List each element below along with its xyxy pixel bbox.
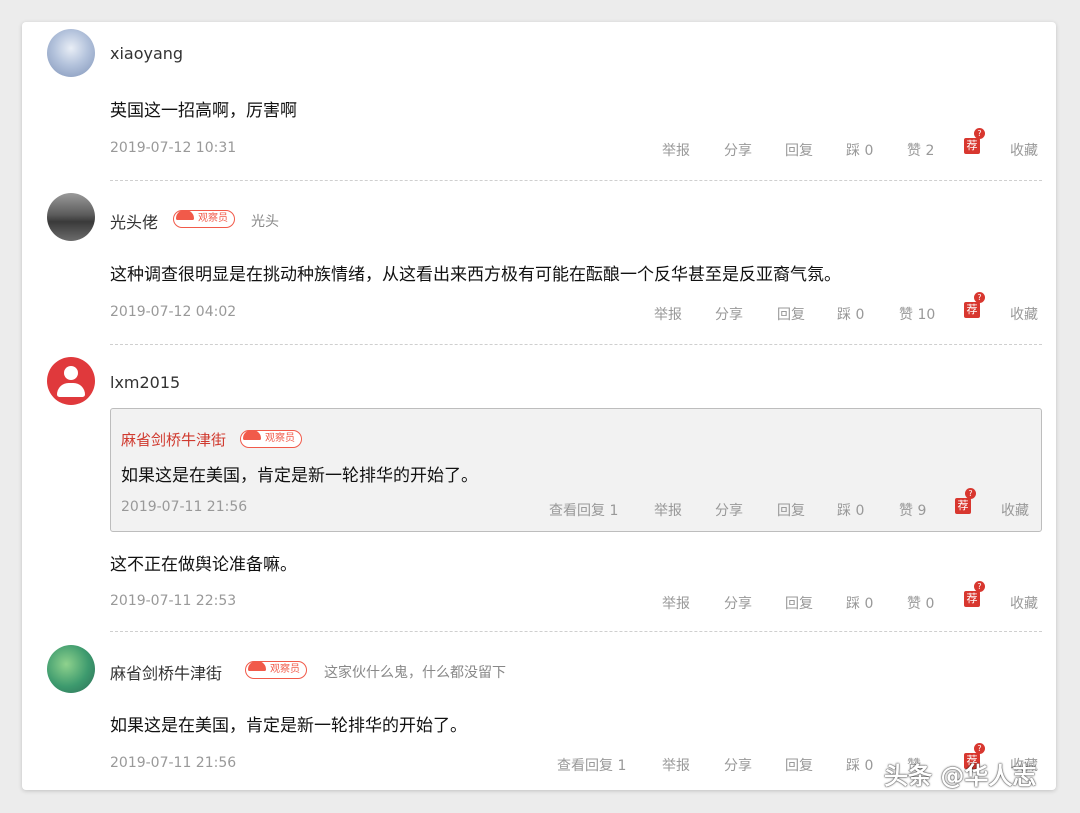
like-button[interactable]: 赞 9 [899, 500, 926, 520]
comment-time: 2019-07-12 10:31 [110, 140, 237, 156]
username[interactable]: 光头佬 [110, 209, 158, 233]
comment-item: 光头佬 观察员 光头 这种调查很明显是在挑动种族情绪，从这看出来西方极有可能在酝… [22, 182, 1056, 346]
observer-badge: 观察员 [245, 661, 307, 679]
reply-button[interactable]: 回复 [785, 755, 813, 775]
report-button[interactable]: 举报 [662, 755, 690, 775]
favorite-button[interactable]: 收藏 [1010, 593, 1038, 613]
divider [110, 344, 1042, 345]
observer-badge: 观察员 [240, 430, 302, 448]
user-signature: 这家伙什么鬼，什么都没留下 [324, 665, 506, 681]
recommend-icon[interactable]: 荐? [964, 292, 985, 318]
quoted-text: 如果这是在美国，肯定是新一轮排华的开始了。 [121, 466, 478, 486]
share-button[interactable]: 分享 [724, 755, 752, 775]
report-button[interactable]: 举报 [662, 593, 690, 613]
like-button[interactable]: 赞 2 [907, 140, 934, 160]
dislike-button[interactable]: 踩 0 [846, 593, 873, 613]
user-signature: 光头 [251, 214, 279, 230]
divider [110, 180, 1042, 181]
comment-time: 2019-07-11 21:56 [110, 755, 237, 771]
like-button[interactable]: 赞 0 [907, 593, 934, 613]
observer-badge: 观察员 [173, 210, 235, 228]
help-icon: ? [974, 292, 985, 303]
help-icon: ? [974, 581, 985, 592]
favorite-button[interactable]: 收藏 [1010, 304, 1038, 324]
share-button[interactable]: 分享 [724, 140, 752, 160]
recommend-icon[interactable]: 荐? [964, 581, 985, 607]
watermark-text: 头条 @华人志 [884, 762, 1037, 790]
help-icon: ? [965, 488, 976, 499]
comment-item: xiaoyang 英国这一招高啊，厉害啊 2019-07-12 10:31 举报… [22, 22, 1056, 182]
user-head-icon [64, 366, 78, 380]
dislike-button[interactable]: 踩 0 [846, 755, 873, 775]
fan-icon [176, 210, 194, 220]
report-button[interactable]: 举报 [654, 500, 682, 520]
divider [110, 631, 1042, 632]
recommend-icon[interactable]: 荐? [955, 488, 976, 514]
reply-button[interactable]: 回复 [785, 593, 813, 613]
avatar[interactable] [47, 29, 95, 77]
favorite-button[interactable]: 收藏 [1001, 500, 1029, 520]
like-button[interactable]: 赞 10 [899, 304, 935, 324]
username[interactable]: 麻省剑桥牛津街 [110, 660, 222, 684]
comment-text: 英国这一招高啊，厉害啊 [110, 101, 297, 121]
report-button[interactable]: 举报 [662, 140, 690, 160]
fan-icon [243, 430, 261, 440]
dislike-button[interactable]: 踩 0 [837, 304, 864, 324]
avatar[interactable] [47, 645, 95, 693]
report-button[interactable]: 举报 [654, 304, 682, 324]
avatar[interactable] [47, 193, 95, 241]
fan-icon [248, 661, 266, 671]
quoted-comment: 麻省剑桥牛津街 观察员 如果这是在美国，肯定是新一轮排华的开始了。 2019-0… [110, 408, 1042, 532]
reply-button[interactable]: 回复 [785, 140, 813, 160]
avatar[interactable] [47, 357, 95, 405]
comment-text: 这种调查很明显是在挑动种族情绪，从这看出来西方极有可能在酝酿一个反华甚至是反亚裔… [110, 265, 841, 285]
share-button[interactable]: 分享 [724, 593, 752, 613]
username[interactable]: xiaoyang [110, 44, 183, 63]
quoted-username[interactable]: 麻省剑桥牛津街 [121, 429, 226, 450]
comment-list: xiaoyang 英国这一招高啊，厉害啊 2019-07-12 10:31 举报… [22, 22, 1056, 790]
user-body-icon [57, 383, 85, 397]
quoted-time: 2019-07-11 21:56 [121, 499, 248, 515]
username[interactable]: lxm2015 [110, 373, 180, 392]
share-button[interactable]: 分享 [715, 304, 743, 324]
dislike-button[interactable]: 踩 0 [846, 140, 873, 160]
view-replies-button[interactable]: 查看回复 1 [557, 755, 626, 775]
help-icon: ? [974, 743, 985, 754]
dislike-button[interactable]: 踩 0 [837, 500, 864, 520]
comment-text: 这不正在做舆论准备嘛。 [110, 555, 297, 575]
comment-time: 2019-07-12 04:02 [110, 304, 237, 320]
reply-button[interactable]: 回复 [777, 304, 805, 324]
share-button[interactable]: 分享 [715, 500, 743, 520]
reply-button[interactable]: 回复 [777, 500, 805, 520]
comment-text: 如果这是在美国，肯定是新一轮排华的开始了。 [110, 716, 467, 736]
help-icon: ? [974, 128, 985, 139]
favorite-button[interactable]: 收藏 [1010, 140, 1038, 160]
recommend-icon[interactable]: 荐? [964, 128, 985, 154]
view-replies-button[interactable]: 查看回复 1 [549, 500, 618, 520]
comment-time: 2019-07-11 22:53 [110, 593, 237, 609]
